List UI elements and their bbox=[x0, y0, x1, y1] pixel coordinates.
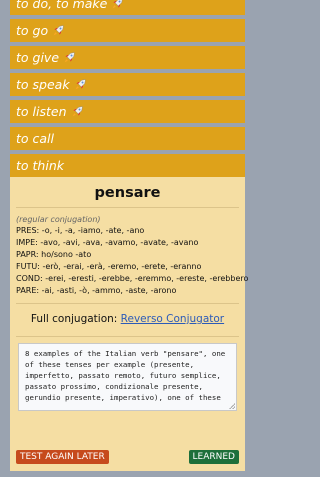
verb-item-to-speak[interactable]: to speak bbox=[10, 73, 245, 96]
verb-label: to speak bbox=[16, 77, 70, 92]
verb-item-to-listen[interactable]: to listen bbox=[10, 100, 245, 123]
card-actions: TEST AGAIN LATER LEARNED bbox=[16, 450, 239, 464]
reverso-conjugator-link[interactable]: Reverso Conjugator bbox=[121, 313, 224, 325]
divider bbox=[16, 303, 239, 304]
conjugation-line: PARE: -ai, -asti, -ò, -ammo, -aste, -aro… bbox=[16, 286, 177, 295]
rocket-icon bbox=[74, 75, 87, 90]
examples-text: 8 examples of the Italian verb "pensare"… bbox=[25, 349, 226, 402]
verb-label: to think bbox=[16, 158, 64, 173]
verb-item-to-do[interactable]: to do, to make bbox=[10, 0, 245, 15]
examples-textarea[interactable]: 8 examples of the Italian verb "pensare"… bbox=[18, 343, 237, 411]
rocket-icon bbox=[52, 21, 65, 36]
rocket-icon bbox=[111, 0, 124, 9]
full-conjugation-label: Full conjugation: bbox=[30, 313, 118, 325]
conjugation-line: COND: -erei, -eresti, -erebbe, -eremmo, … bbox=[16, 274, 249, 283]
verb-label: to listen bbox=[16, 104, 67, 119]
verb-item-to-call[interactable]: to call bbox=[10, 127, 245, 150]
test-again-later-button[interactable]: TEST AGAIN LATER bbox=[16, 450, 109, 464]
conjugation-line: PAPR: ho/sono -ato bbox=[16, 250, 92, 259]
rocket-icon bbox=[63, 48, 76, 63]
rocket-icon bbox=[71, 102, 84, 117]
conjugation-line: PRES: -o, -i, -a, -iamo, -ate, -ano bbox=[16, 226, 145, 235]
resize-grip-icon[interactable] bbox=[229, 403, 235, 409]
verb-label: to give bbox=[16, 50, 60, 65]
verb-label: to call bbox=[16, 131, 55, 146]
conjugation-note: (regular conjugation) bbox=[16, 215, 101, 224]
verb-item-to-go[interactable]: to go bbox=[10, 19, 245, 42]
conjugation-line: FUTU: -erò, -erai, -erà, -eremo, -erete,… bbox=[16, 262, 202, 271]
verb-label: to go bbox=[16, 23, 49, 38]
conjugation-line: IMPE: -avo, -avi, -ava, -avamo, -avate, … bbox=[16, 238, 199, 247]
verb-item-to-give[interactable]: to give bbox=[10, 46, 245, 69]
learned-button[interactable]: LEARNED bbox=[188, 450, 239, 464]
verb-label: to do, to make bbox=[16, 0, 108, 11]
verb-list: to do, to make to go to give to speak to… bbox=[10, 0, 249, 471]
verb-card: pensare (regular conjugation) PRES: -o, … bbox=[10, 177, 249, 471]
card-title: pensare bbox=[94, 185, 161, 201]
divider bbox=[16, 336, 239, 337]
divider bbox=[16, 207, 239, 208]
full-conjugation: Full conjugation: Reverso Conjugator bbox=[16, 310, 239, 330]
verb-item-to-think[interactable]: to think bbox=[10, 154, 245, 177]
